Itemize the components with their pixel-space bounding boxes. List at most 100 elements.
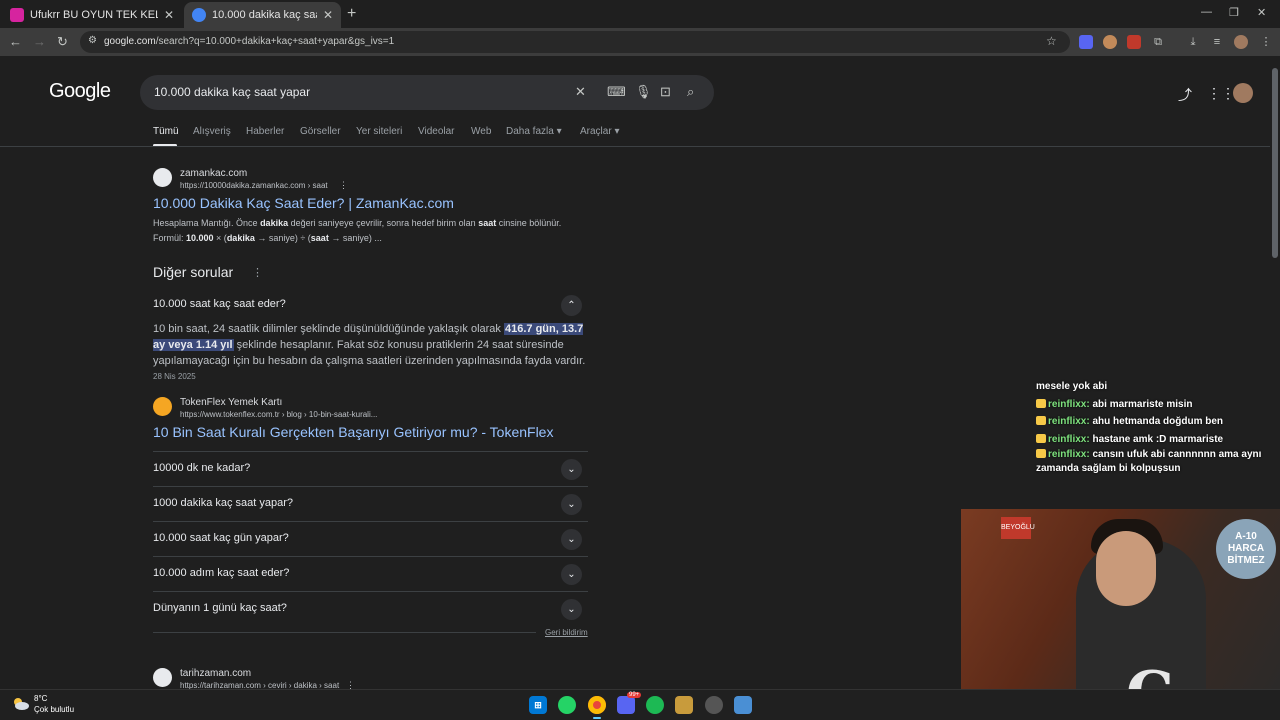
chevron-down-icon[interactable]: ⌄ xyxy=(561,599,582,620)
chevron-down-icon[interactable]: ⌄ xyxy=(561,529,582,550)
tab-images[interactable]: Görseller xyxy=(300,126,341,137)
chevron-down-icon[interactable]: ⌄ xyxy=(561,494,582,515)
forward-icon[interactable]: → xyxy=(33,34,46,49)
weather-temp[interactable]: 8°C xyxy=(34,694,47,703)
stream-chat-overlay: mesele yok abi reinflixx: abi marmariste… xyxy=(1036,378,1266,476)
search-result: zamankac.com https://10000dakika.zamanka… xyxy=(153,168,593,248)
bookmark-star-icon[interactable]: ☆ xyxy=(1046,34,1057,48)
crown-badge-icon xyxy=(1036,416,1046,425)
feedback-link[interactable]: Geri bildirim xyxy=(545,628,588,637)
close-tab-icon[interactable]: ✕ xyxy=(323,8,333,22)
question-text: 10.000 adım kaç saat eder? xyxy=(153,567,290,579)
cloud-weather-icon[interactable] xyxy=(12,697,30,711)
tab-title: Ufukrr BU OYUN TEK KELİMEYLE M xyxy=(30,9,158,21)
related-questions-title: Diğer sorular xyxy=(153,264,234,280)
close-window-icon[interactable]: ✕ xyxy=(1257,6,1266,19)
lens-camera-icon[interactable]: ⊡ xyxy=(660,84,671,100)
result-title-link[interactable]: 10.000 Dakika Kaç Saat Eder? | ZamanKac.… xyxy=(153,195,454,211)
app-icon[interactable] xyxy=(734,696,752,714)
crown-badge-icon xyxy=(1036,449,1046,458)
share-icon[interactable]: ⤴ xyxy=(1178,85,1192,105)
windows-start-icon[interactable]: ⊞ xyxy=(529,696,547,714)
windows-taskbar: 8°C Çok bulutlu ⊞ 99+ xyxy=(0,689,1280,720)
question-text: 10.000 saat kaç saat eder? xyxy=(153,298,286,310)
extension-cookie-icon[interactable] xyxy=(1103,35,1117,49)
spotify-icon[interactable] xyxy=(646,696,664,714)
question-row[interactable]: 10.000 adım kaç saat eder? ⌄ xyxy=(153,556,588,591)
browser-profile-avatar[interactable] xyxy=(1234,35,1248,49)
reload-icon[interactable]: ↻ xyxy=(57,34,68,50)
extension-red-icon[interactable] xyxy=(1127,35,1141,49)
new-tab-button[interactable]: + xyxy=(347,5,356,23)
extensions-puzzle-icon[interactable]: ⧉ xyxy=(1151,35,1165,49)
back-icon[interactable]: ← xyxy=(9,34,22,49)
question-text: 10.000 saat kaç gün yapar? xyxy=(153,532,289,544)
answer-date: 28 Nis 2025 xyxy=(153,372,196,381)
google-icon xyxy=(192,8,206,22)
chevron-down-icon[interactable]: ⌄ xyxy=(561,564,582,585)
divider xyxy=(0,146,1270,147)
answer-source: TokenFlex Yemek Kartı https://www.tokenf… xyxy=(153,397,593,447)
related-questions-more-icon[interactable]: ⋮ xyxy=(252,266,263,279)
webcam-street-sign: BEYOĞLU xyxy=(1001,517,1035,539)
tab-videos[interactable]: Videolar xyxy=(418,126,455,137)
tab-shopping[interactable]: Alışveriş xyxy=(193,126,231,137)
tab-places[interactable]: Yer siteleri xyxy=(356,126,402,137)
result-more-icon[interactable]: ⋮ xyxy=(339,180,348,191)
chevron-down-icon[interactable]: ⌄ xyxy=(561,459,582,480)
tab-news[interactable]: Haberler xyxy=(246,126,284,137)
question-row[interactable]: 1000 dakika kaç saat yapar? ⌄ xyxy=(153,486,588,521)
chevron-up-icon[interactable]: ⌃ xyxy=(561,295,582,316)
question-row[interactable]: 10000 dk ne kadar? ⌄ xyxy=(153,451,588,486)
result-site-name: TokenFlex Yemek Kartı xyxy=(180,397,283,408)
address-bar[interactable]: ⚙ google.com/search?q=10.000+dakika+kaç+… xyxy=(80,31,1070,53)
chat-message: reinflixx: cansın ufuk abi cannnnnn ama … xyxy=(1036,449,1262,474)
maximize-icon[interactable]: ❐ xyxy=(1229,6,1239,19)
clear-search-icon[interactable]: ✕ xyxy=(575,84,586,100)
download-icon[interactable]: ⤓ xyxy=(1186,35,1200,49)
whatsapp-icon[interactable] xyxy=(558,696,576,714)
tab-more[interactable]: Daha fazla ▾ xyxy=(506,126,562,137)
discord-icon[interactable] xyxy=(617,696,635,714)
chrome-icon[interactable] xyxy=(588,696,606,714)
site-favicon-icon xyxy=(153,668,172,687)
question-row-open[interactable]: 10.000 saat kaç saat eder? ⌃ xyxy=(153,288,588,323)
google-apps-icon[interactable]: ⋮⋮ xyxy=(1207,85,1235,102)
tab-web[interactable]: Web xyxy=(471,126,491,137)
tab-tools[interactable]: Araçlar ▾ xyxy=(580,126,619,137)
question-row[interactable]: 10.000 saat kaç gün yapar? ⌄ xyxy=(153,521,588,556)
browser-tab-instagram[interactable]: Ufukrr BU OYUN TEK KELİMEYLE M ✕ xyxy=(2,2,182,28)
browser-toolbar: ← → ↻ ⚙ google.com/search?q=10.000+dakik… xyxy=(0,28,1280,56)
keyboard-icon[interactable]: ⌨ xyxy=(607,84,626,100)
scrollbar-thumb[interactable] xyxy=(1272,68,1278,258)
site-info-icon[interactable]: ⚙ xyxy=(88,35,97,46)
chat-message: reinflixx: ahu hetmanda doğdum ben xyxy=(1036,413,1266,431)
question-row[interactable]: Dünyanın 1 günü kaç saat? ⌄ xyxy=(153,591,588,626)
tab-all[interactable]: Tümü xyxy=(153,126,179,137)
avatar[interactable] xyxy=(1233,83,1253,103)
result-title-link[interactable]: 10 Bin Saat Kuralı Gerçekten Başarıyı Ge… xyxy=(153,424,553,440)
answer-text: 10 bin saat, 24 saatlik dilimler şeklind… xyxy=(153,323,586,367)
app-icon[interactable] xyxy=(705,696,723,714)
result-more-icon[interactable]: ⋮ xyxy=(346,680,355,689)
search-icon[interactable]: ⌕ xyxy=(687,84,694,100)
notification-badge: 99+ xyxy=(627,692,642,698)
result-site-name: zamankac.com xyxy=(180,168,248,179)
extension-discord-icon[interactable] xyxy=(1079,35,1093,49)
media-queue-icon[interactable]: ≡ xyxy=(1210,35,1224,49)
result-site-name: tarihzaman.com xyxy=(180,668,252,679)
address-url[interactable]: google.com/search?q=10.000+dakika+kaç+sa… xyxy=(104,36,394,47)
search-box[interactable]: 10.000 dakika kaç saat yapar ✕ ⌨ 🎙︎ ⊡ ⌕ xyxy=(140,75,714,110)
browser-menu-icon[interactable]: ⋮ xyxy=(1259,35,1273,49)
close-tab-icon[interactable]: ✕ xyxy=(164,8,174,22)
minimize-icon[interactable]: — xyxy=(1201,6,1212,18)
weather-desc[interactable]: Çok bulutlu xyxy=(34,705,74,714)
league-client-icon[interactable] xyxy=(675,696,693,714)
search-input[interactable]: 10.000 dakika kaç saat yapar xyxy=(154,85,310,99)
google-logo[interactable]: Google xyxy=(49,80,111,103)
browser-tab-google[interactable]: 10.000 dakika kaç saat yapar - G ✕ xyxy=(184,2,341,28)
browser-tab-bar: Ufukrr BU OYUN TEK KELİMEYLE M ✕ 10.000 … xyxy=(0,0,1280,28)
question-text: 1000 dakika kaç saat yapar? xyxy=(153,497,294,509)
chat-message: mesele yok abi xyxy=(1036,381,1108,392)
microphone-icon[interactable]: 🎙︎ xyxy=(635,84,652,100)
